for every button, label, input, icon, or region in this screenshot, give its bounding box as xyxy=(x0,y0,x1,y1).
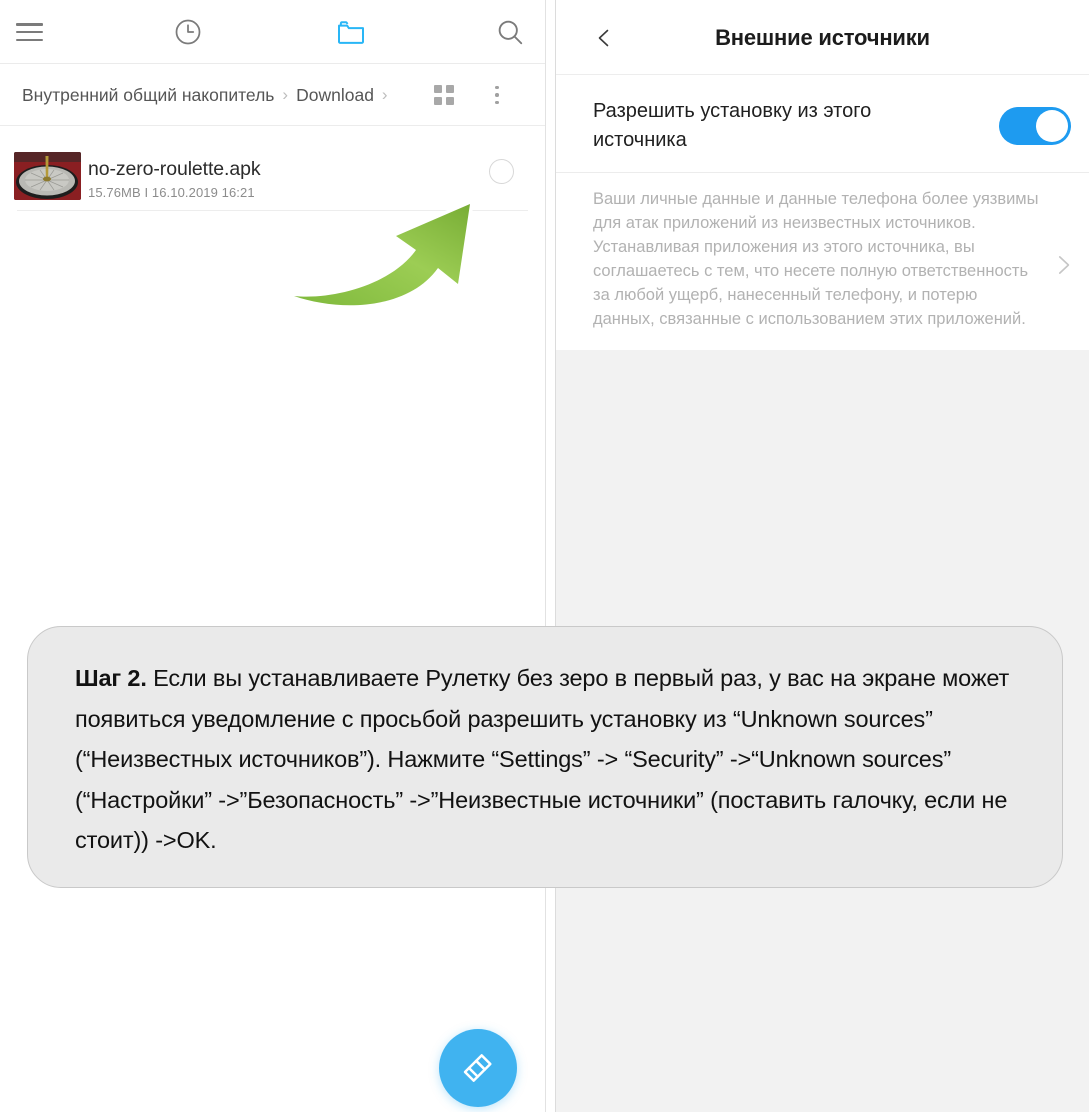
instruction-callout: Шаг 2. Если вы устанавливаете Рулетку бе… xyxy=(27,626,1063,888)
breadcrumb-separator-1: › xyxy=(282,85,289,104)
screenshot-root: Внутренний общий накопитель › Download › xyxy=(0,0,1089,1112)
callout-body: Если вы устанавливаете Рулетку без зеро … xyxy=(75,665,1010,853)
grid-squares xyxy=(434,85,454,105)
breadcrumb-separator-2: › xyxy=(381,85,388,104)
overflow-dots xyxy=(495,85,499,105)
panel-divider xyxy=(545,0,556,1112)
grid-view-icon[interactable] xyxy=(434,64,454,126)
list-divider xyxy=(17,210,528,211)
breadcrumb: Внутренний общий накопитель › Download › xyxy=(22,64,388,126)
select-circle-icon[interactable] xyxy=(489,159,514,184)
install-permission-toggle[interactable] xyxy=(999,107,1071,145)
description-text: Ваши личные данные и данные телефона бол… xyxy=(593,190,1039,328)
permission-label: Разрешить установку из этого источника xyxy=(593,100,872,151)
file-name: no-zero-roulette.apk xyxy=(88,158,261,180)
breadcrumb-folder-download[interactable]: Download xyxy=(296,85,374,106)
file-manager-toolbar xyxy=(0,0,545,64)
clock-recent-icon[interactable] xyxy=(160,0,216,64)
settings-header: Внешние источники xyxy=(556,0,1089,75)
roulette-wheel-thumbnail xyxy=(14,152,81,200)
description-row[interactable]: Ваши личные данные и данные телефона бол… xyxy=(556,173,1089,350)
breadcrumb-root[interactable]: Внутренний общий накопитель xyxy=(22,85,274,106)
file-meta: 15.76MB I 16.10.2019 16:21 xyxy=(88,185,255,200)
callout-text: Шаг 2. Если вы устанавливаете Рулетку бе… xyxy=(75,658,1025,861)
hamburger-lines xyxy=(15,23,43,41)
overflow-menu-icon[interactable] xyxy=(486,64,508,126)
hamburger-menu-icon[interactable] xyxy=(4,0,54,64)
cleaner-brush-icon[interactable] xyxy=(439,1029,517,1107)
page-title: Внешние источники xyxy=(715,24,930,50)
file-manager-panel: Внутренний общий накопитель › Download › xyxy=(0,0,545,1112)
list-item[interactable]: no-zero-roulette.apk 15.76MB I 16.10.201… xyxy=(0,126,545,210)
toggle-knob xyxy=(1036,110,1068,142)
permission-row: Разрешить установку из этого источника xyxy=(556,75,1089,173)
search-icon[interactable] xyxy=(484,0,536,64)
folder-icon[interactable] xyxy=(323,0,379,64)
callout-step-label: Шаг 2. xyxy=(75,665,147,691)
settings-panel: Внешние источники Разрешить установку из… xyxy=(556,0,1089,1112)
breadcrumb-bar: Внутренний общий накопитель › Download › xyxy=(0,64,545,126)
chevron-right-icon[interactable] xyxy=(1050,252,1076,278)
